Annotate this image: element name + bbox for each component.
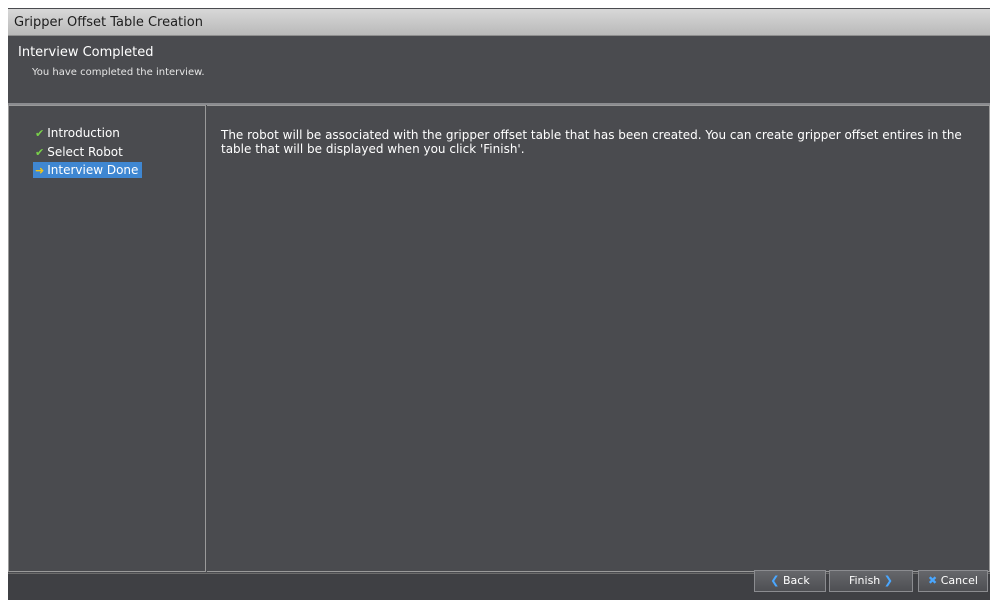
step-select-robot[interactable]: ✔ Select Robot — [33, 144, 127, 160]
check-icon: ✔ — [35, 146, 45, 159]
wizard-window: Gripper Offset Table Creation Interview … — [8, 8, 990, 600]
content-description: The robot will be associated with the gr… — [221, 128, 962, 156]
step-label: Interview Done — [47, 163, 139, 177]
top-margin — [0, 0, 990, 8]
back-label: Back — [783, 574, 810, 587]
step-interview-done[interactable]: ➜ Interview Done — [33, 162, 143, 178]
chevron-left-icon: ❮ — [770, 574, 780, 587]
wizard-header: Interview Completed You have completed t… — [8, 37, 990, 109]
wizard-steps-panel: ✔ Introduction ✔ Select Robot ➜ Interview D… — [8, 105, 206, 572]
finish-button[interactable]: Finish ❯ — [829, 570, 913, 592]
page-subtitle: You have completed the interview. — [32, 67, 205, 78]
chevron-right-icon: ❯ — [883, 574, 894, 587]
cancel-label: Cancel — [940, 574, 978, 587]
page-title: Interview Completed — [18, 45, 154, 60]
window-titlebar: Gripper Offset Table Creation — [8, 9, 990, 36]
wizard-content-panel: The robot will be associated with the gr… — [207, 105, 990, 572]
cancel-button[interactable]: ✖ Cancel — [918, 570, 988, 592]
step-label: Introduction — [47, 126, 120, 140]
step-introduction[interactable]: ✔ Introduction — [33, 125, 124, 141]
finish-label: Finish — [848, 574, 881, 587]
close-icon: ✖ — [928, 574, 938, 587]
check-icon: ✔ — [35, 127, 45, 140]
window-title: Gripper Offset Table Creation — [14, 15, 203, 30]
arrow-right-icon: ➜ — [35, 164, 45, 177]
back-button[interactable]: ❮ Back — [754, 570, 826, 592]
step-label: Select Robot — [47, 145, 123, 159]
